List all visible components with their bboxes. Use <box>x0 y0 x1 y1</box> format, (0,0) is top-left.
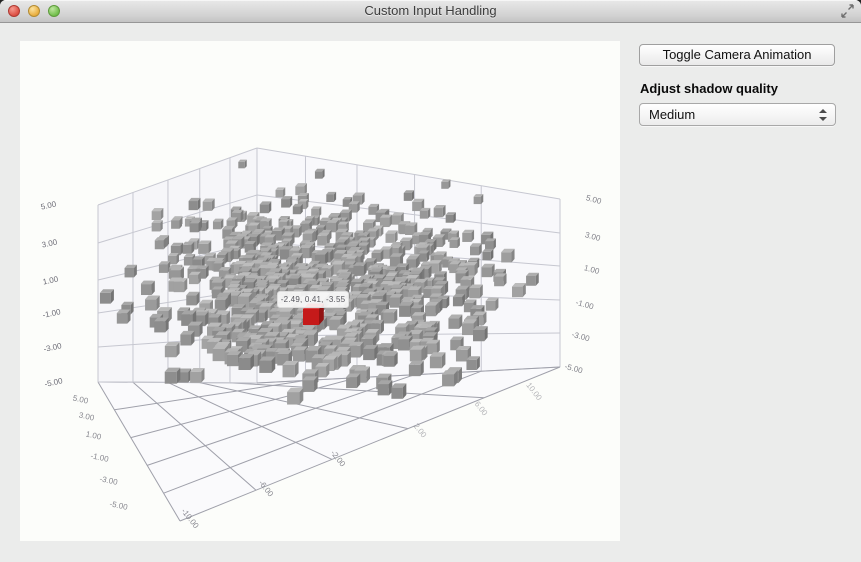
scatter-graph-view[interactable]: 5.005.005.00-10.003.003.003.00-6.001.001… <box>20 41 620 541</box>
svg-text:5.00: 5.00 <box>585 193 603 206</box>
shadow-quality-select[interactable]: Medium <box>639 103 836 126</box>
updown-arrows-icon <box>819 108 827 122</box>
svg-text:3.00: 3.00 <box>584 230 602 243</box>
svg-text:1.00: 1.00 <box>583 263 601 276</box>
toggle-camera-animation-button[interactable]: Toggle Camera Animation <box>639 44 835 66</box>
svg-text:10.00: 10.00 <box>524 381 544 403</box>
svg-text:-1.00: -1.00 <box>90 451 110 464</box>
svg-text:-3.00: -3.00 <box>43 341 63 354</box>
svg-text:6.00: 6.00 <box>473 400 490 418</box>
svg-text:-5.00: -5.00 <box>564 362 584 376</box>
svg-text:-5.00: -5.00 <box>109 499 129 512</box>
svg-text:1.00: 1.00 <box>42 274 60 286</box>
svg-text:-1.00: -1.00 <box>42 307 62 320</box>
svg-text:1.00: 1.00 <box>85 430 103 442</box>
fullscreen-button[interactable] <box>840 4 855 18</box>
svg-text:5.00: 5.00 <box>40 199 58 211</box>
svg-text:5.00: 5.00 <box>72 394 90 406</box>
svg-text:3.00: 3.00 <box>78 411 96 423</box>
svg-text:-3.00: -3.00 <box>571 330 591 344</box>
svg-text:-3.00: -3.00 <box>99 474 119 487</box>
title-bar: Custom Input Handling <box>0 0 861 23</box>
window-title: Custom Input Handling <box>0 0 861 22</box>
svg-text:-1.00: -1.00 <box>575 298 595 312</box>
svg-text:-5.00: -5.00 <box>44 376 64 389</box>
svg-text:2.00: 2.00 <box>412 422 429 440</box>
svg-text:3.00: 3.00 <box>41 237 59 249</box>
app-window: Custom Input Handling 5.005.005.00-10.00… <box>0 0 861 562</box>
fullscreen-arrows-icon <box>840 4 855 18</box>
selection-tooltip: -2.49, 0.41, -3.55 <box>277 291 349 308</box>
shadow-quality-value: Medium <box>649 107 695 122</box>
shadow-quality-label: Adjust shadow quality <box>640 81 778 96</box>
